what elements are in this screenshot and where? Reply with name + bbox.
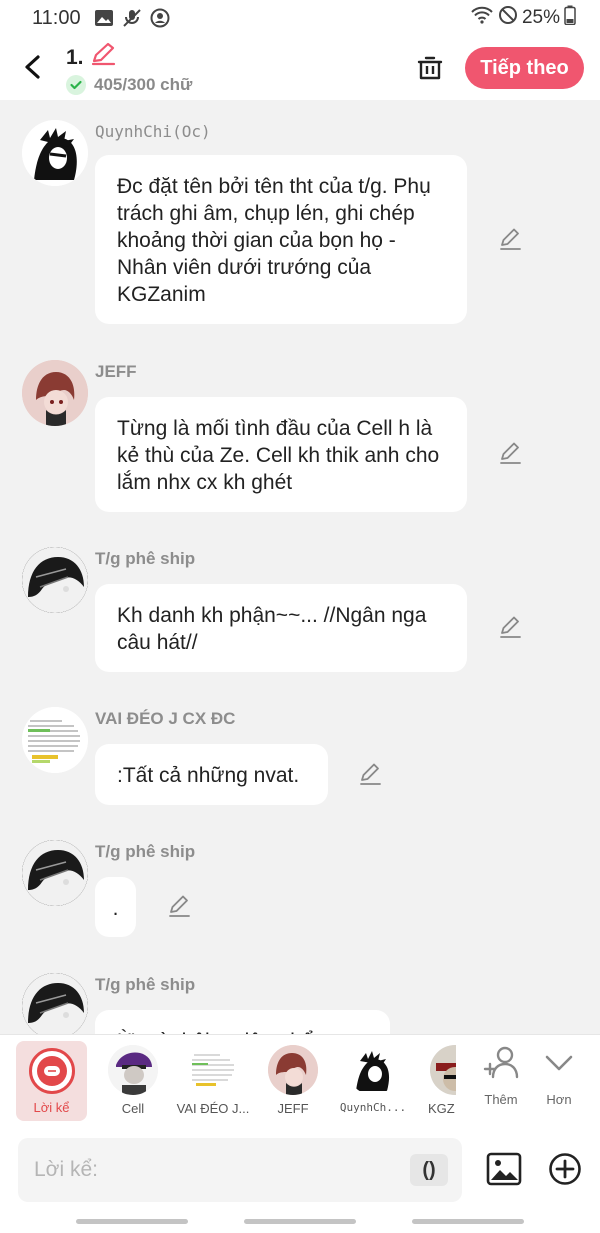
character-label: QuynhCh... — [339, 1101, 407, 1114]
system-nav-bar — [0, 1212, 600, 1233]
pencil-icon — [500, 616, 521, 638]
sender-name: VAI ĐÉO J CX ĐC — [95, 709, 236, 728]
chapter-title-area[interactable]: 1. 405/300 chữ — [66, 42, 192, 95]
back-button[interactable] — [16, 50, 50, 84]
edit-message-button[interactable] — [165, 892, 193, 920]
chevron-down-icon — [545, 1055, 573, 1071]
more-label: Hơn — [546, 1092, 572, 1107]
sender-name: T/g phê ship — [95, 549, 196, 568]
editor-header: 1. 405/300 chữ Tiếp theo — [0, 36, 600, 100]
character-label: JEFF — [277, 1101, 309, 1116]
add-user-icon — [483, 1046, 519, 1079]
chevron-left-icon — [25, 55, 40, 79]
next-button[interactable]: Tiếp theo — [465, 47, 584, 89]
avatar[interactable] — [22, 840, 88, 906]
status-bar: 11:00 25% — [0, 0, 600, 36]
narrator-label: Lời kể — [33, 1100, 70, 1115]
avatar[interactable] — [22, 120, 88, 186]
pencil-icon — [360, 763, 381, 785]
chapter-title: 1. — [66, 46, 84, 69]
action-parentheses-button[interactable]: () — [410, 1154, 448, 1186]
sender-name: T/g phê ship — [95, 842, 196, 861]
character-label: KGZ — [428, 1101, 455, 1116]
pencil-icon — [500, 442, 521, 464]
message-input[interactable] — [18, 1138, 462, 1202]
character-item[interactable]: JEFF — [248, 1039, 338, 1116]
pencil-icon — [500, 228, 521, 250]
message-bubble[interactable]: . — [95, 877, 136, 937]
nav-handle[interactable] — [412, 1219, 524, 1224]
message-bubble[interactable]: Đc đặt tên bởi tên tht của t/g. Phụ trác… — [95, 155, 467, 324]
narrator-icon — [36, 1056, 67, 1086]
check-icon — [66, 75, 86, 95]
mute-icon — [121, 7, 143, 29]
wifi-icon — [470, 5, 494, 31]
edit-message-button[interactable] — [496, 439, 524, 467]
message-bubble[interactable]: Kh danh kh phận~~... //Ngân nga câu hát/… — [95, 584, 467, 672]
add-content-button[interactable] — [546, 1150, 584, 1188]
pencil-icon — [169, 895, 190, 917]
character-bar: Lời kể Cell VAI ĐÉO J... JEFF QuynhCh...… — [0, 1034, 600, 1128]
input-bar: () — [0, 1128, 600, 1212]
avatar[interactable] — [22, 360, 88, 426]
avatar[interactable] — [22, 973, 88, 1034]
edit-message-button[interactable] — [496, 225, 524, 253]
dnd-icon — [498, 5, 518, 31]
avatar — [108, 1045, 158, 1095]
character-item[interactable]: Cell — [88, 1039, 178, 1116]
status-time: 11:00 — [32, 6, 81, 29]
add-character-label: Thêm — [484, 1092, 518, 1107]
character-item[interactable]: VAI ĐÉO J... — [168, 1039, 258, 1116]
more-button[interactable]: Hơn — [531, 1043, 587, 1107]
sender-name: QuynhChi(Oc) — [95, 122, 211, 141]
sender-name: JEFF — [95, 362, 137, 381]
avatar — [430, 1045, 456, 1095]
word-count-text: 405/300 chữ — [94, 75, 193, 94]
status-right: 25% — [470, 5, 576, 31]
narrator-button[interactable]: Lời kể — [16, 1041, 87, 1121]
battery-percent: 25% — [521, 7, 560, 28]
story-chat-list[interactable]: QuynhChi(Oc) Đc đặt tên bởi tên tht của … — [0, 100, 600, 1034]
add-character-button[interactable]: Thêm — [473, 1043, 529, 1107]
delete-button[interactable] — [412, 50, 448, 86]
character-item[interactable]: QuynhCh... — [328, 1039, 418, 1114]
edit-message-button[interactable] — [496, 613, 524, 641]
plus-circle-icon — [549, 1153, 581, 1185]
trash-icon — [417, 56, 443, 80]
edit-title-icon[interactable] — [90, 42, 116, 71]
edit-message-button[interactable] — [356, 760, 384, 788]
word-count: 405/300 chữ — [66, 75, 192, 95]
nav-handle[interactable] — [76, 1219, 188, 1224]
battery-icon — [564, 5, 576, 31]
message-bubble[interactable]: :Tất cả những nvat. — [95, 744, 328, 805]
account-icon — [149, 7, 171, 29]
character-item[interactable]: KGZ — [412, 1039, 456, 1116]
avatar — [188, 1045, 238, 1095]
sender-name: T/g phê ship — [95, 975, 196, 994]
message-bubble[interactable]: Ừ mà thôi ... tiên nhổ — [95, 1010, 390, 1034]
insert-image-button[interactable] — [485, 1150, 523, 1188]
avatar[interactable] — [22, 547, 88, 613]
avatar[interactable] — [22, 707, 88, 773]
character-label: VAI ĐÉO J... — [176, 1101, 250, 1116]
avatar — [268, 1045, 318, 1095]
image-icon — [486, 1152, 522, 1186]
message-bubble[interactable]: Từng là mối tình đầu của Cell h là kẻ th… — [95, 397, 467, 512]
character-label: Cell — [121, 1101, 145, 1116]
image-icon — [93, 7, 115, 29]
nav-handle[interactable] — [244, 1219, 356, 1224]
avatar — [348, 1045, 398, 1095]
